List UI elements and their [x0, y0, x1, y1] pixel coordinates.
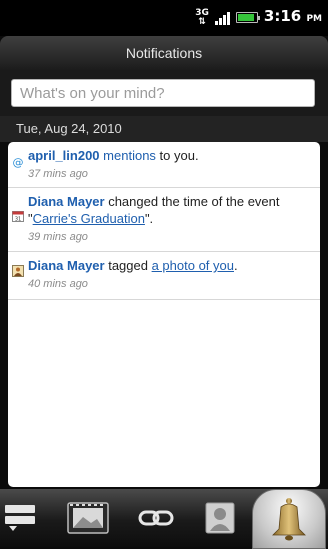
- tab-status-updates[interactable]: [0, 489, 44, 547]
- notification-time: 37 mins ago: [28, 168, 88, 180]
- notification-item[interactable]: Diana Mayer tagged a photo of you. 40 mi…: [8, 252, 320, 300]
- notification-text-after: ".: [144, 211, 154, 226]
- tab-links[interactable]: [128, 489, 184, 547]
- compose-area: [0, 70, 328, 116]
- bottom-tab-bar: [0, 489, 328, 549]
- svg-text:31: 31: [15, 217, 21, 223]
- battery-icon: [235, 12, 260, 23]
- notification-text: april_lin200 mentions to you.: [28, 147, 310, 164]
- date-section-header: Tue, Aug 24, 2010: [0, 116, 328, 142]
- status-compose-input[interactable]: [11, 79, 315, 107]
- photos-icon: [67, 502, 109, 534]
- calendar-icon: 31: [12, 211, 24, 223]
- tab-photos[interactable]: [60, 489, 116, 547]
- notification-item[interactable]: 31 Diana Mayer changed the time of the e…: [8, 188, 320, 252]
- mention-icon: @: [13, 156, 24, 168]
- notifications-bell-icon: [272, 498, 306, 541]
- notification-item[interactable]: @ april_lin200 mentions to you. 37 mins …: [8, 142, 320, 188]
- links-icon: [138, 510, 174, 526]
- network-indicator: 3G ⇅: [195, 8, 209, 27]
- user-name-link[interactable]: Diana Mayer: [28, 258, 105, 273]
- notification-text-before: tagged: [104, 258, 152, 273]
- user-name-link[interactable]: april_lin200: [28, 148, 100, 163]
- status-updates-icon: [5, 505, 35, 531]
- clock-ampm: PM: [306, 14, 322, 24]
- signal-strength-icon: [214, 11, 230, 25]
- clock: 3:16 PM: [264, 8, 322, 27]
- data-arrows-icon: ⇅: [198, 16, 206, 27]
- notification-time: 39 mins ago: [28, 231, 88, 243]
- photo-icon: [12, 265, 24, 277]
- tab-profile[interactable]: [196, 489, 244, 547]
- user-name-link[interactable]: Diana Mayer: [28, 194, 105, 209]
- profile-icon: [205, 502, 235, 534]
- notification-text: Diana Mayer tagged a photo of you.: [28, 257, 310, 274]
- mentions-link[interactable]: mentions: [103, 148, 156, 163]
- page-title: Notifications: [0, 36, 328, 70]
- notification-list: @ april_lin200 mentions to you. 37 mins …: [8, 142, 320, 487]
- notification-time: 40 mins ago: [28, 278, 88, 290]
- status-bar: 3G ⇅ 3:16 PM: [0, 0, 328, 36]
- svg-text:@: @: [13, 156, 24, 168]
- notification-rest: to you.: [155, 148, 199, 163]
- notification-text-after: .: [234, 258, 238, 273]
- clock-time: 3:16: [263, 7, 302, 25]
- tab-notifications[interactable]: [252, 489, 326, 549]
- status-icons: 3G ⇅ 3:16 PM: [195, 8, 322, 27]
- photo-link[interactable]: a photo of you: [152, 258, 234, 273]
- notification-text: Diana Mayer changed the time of the even…: [28, 193, 310, 227]
- event-link[interactable]: Carrie's Graduation: [33, 211, 145, 226]
